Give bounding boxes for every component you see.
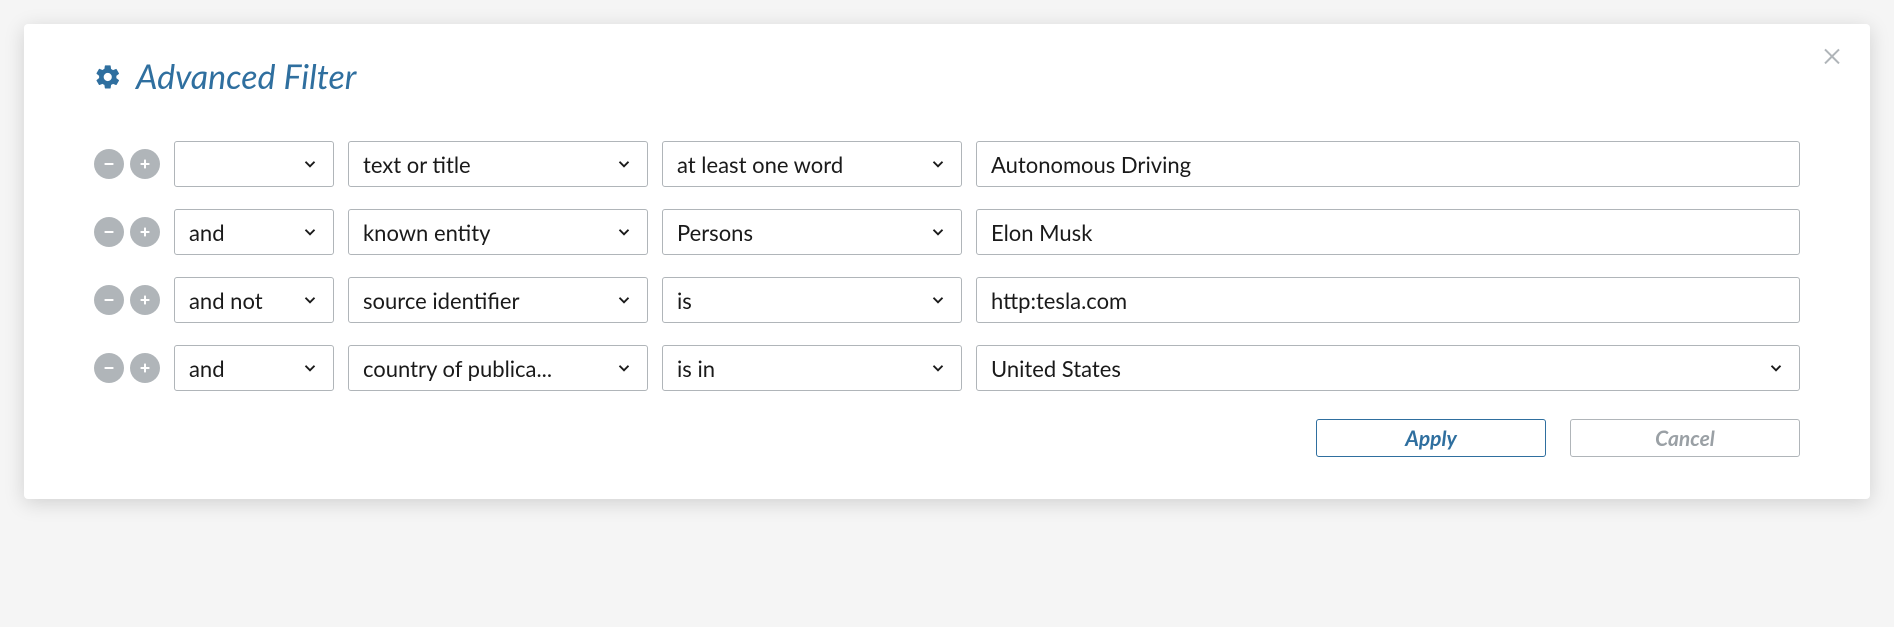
- plus-icon: [137, 292, 153, 308]
- chevron-down-icon: [929, 291, 947, 309]
- operator-select[interactable]: [174, 141, 334, 187]
- value-input-wrap: [976, 141, 1800, 187]
- operator-select-label: and: [189, 219, 293, 246]
- condition-select[interactable]: is: [662, 277, 962, 323]
- row-buttons: [94, 217, 160, 247]
- value-select[interactable]: United States: [976, 345, 1800, 391]
- field-select-label: text or title: [363, 151, 607, 178]
- chevron-down-icon: [615, 223, 633, 241]
- condition-select[interactable]: is in: [662, 345, 962, 391]
- close-button[interactable]: [1820, 42, 1844, 70]
- remove-row-button[interactable]: [94, 149, 124, 179]
- chevron-down-icon: [929, 359, 947, 377]
- apply-button[interactable]: Apply: [1316, 419, 1546, 457]
- row-buttons: [94, 149, 160, 179]
- chevron-down-icon: [301, 291, 319, 309]
- add-row-button[interactable]: [130, 353, 160, 383]
- operator-select-label: and not: [189, 287, 293, 314]
- filter-rows: text or title at least one word and known e…: [94, 141, 1800, 391]
- condition-select-label: at least one word: [677, 151, 921, 178]
- chevron-down-icon: [301, 155, 319, 173]
- row-buttons: [94, 285, 160, 315]
- condition-select-label: is: [677, 287, 921, 314]
- dialog-header: Advanced Filter: [94, 56, 1800, 97]
- chevron-down-icon: [615, 155, 633, 173]
- chevron-down-icon: [301, 359, 319, 377]
- minus-icon: [101, 156, 117, 172]
- add-row-button[interactable]: [130, 217, 160, 247]
- minus-icon: [101, 292, 117, 308]
- operator-select[interactable]: and: [174, 345, 334, 391]
- value-input[interactable]: [991, 151, 1785, 178]
- condition-select-label: is in: [677, 355, 921, 382]
- add-row-button[interactable]: [130, 149, 160, 179]
- field-select[interactable]: country of publica...: [348, 345, 648, 391]
- value-select-label: United States: [991, 355, 1759, 382]
- field-select[interactable]: known entity: [348, 209, 648, 255]
- minus-icon: [101, 224, 117, 240]
- plus-icon: [137, 360, 153, 376]
- row-buttons: [94, 353, 160, 383]
- chevron-down-icon: [615, 291, 633, 309]
- filter-row: text or title at least one word: [94, 141, 1800, 187]
- gear-icon: [94, 63, 122, 91]
- operator-select[interactable]: and not: [174, 277, 334, 323]
- value-input-wrap: [976, 277, 1800, 323]
- remove-row-button[interactable]: [94, 353, 124, 383]
- advanced-filter-dialog: Advanced Filter text or title at least on…: [24, 24, 1870, 499]
- condition-select-label: Persons: [677, 219, 921, 246]
- chevron-down-icon: [615, 359, 633, 377]
- value-input[interactable]: [991, 219, 1785, 246]
- close-icon: [1820, 43, 1844, 67]
- chevron-down-icon: [929, 155, 947, 173]
- filter-row: and country of publica... is in United Stat…: [94, 345, 1800, 391]
- minus-icon: [101, 360, 117, 376]
- operator-select-label: and: [189, 355, 293, 382]
- field-select[interactable]: source identifier: [348, 277, 648, 323]
- remove-row-button[interactable]: [94, 217, 124, 247]
- field-select-label: source identifier: [363, 287, 607, 314]
- dialog-title: Advanced Filter: [136, 56, 356, 97]
- value-input-wrap: [976, 209, 1800, 255]
- chevron-down-icon: [929, 223, 947, 241]
- filter-row: and known entity Persons: [94, 209, 1800, 255]
- plus-icon: [137, 224, 153, 240]
- condition-select[interactable]: at least one word: [662, 141, 962, 187]
- operator-select[interactable]: and: [174, 209, 334, 255]
- field-select-label: known entity: [363, 219, 607, 246]
- condition-select[interactable]: Persons: [662, 209, 962, 255]
- add-row-button[interactable]: [130, 285, 160, 315]
- field-select-label: country of publica...: [363, 355, 607, 382]
- chevron-down-icon: [301, 223, 319, 241]
- filter-row: and not source identifier is: [94, 277, 1800, 323]
- plus-icon: [137, 156, 153, 172]
- cancel-button[interactable]: Cancel: [1570, 419, 1800, 457]
- remove-row-button[interactable]: [94, 285, 124, 315]
- value-input[interactable]: [991, 287, 1785, 314]
- field-select[interactable]: text or title: [348, 141, 648, 187]
- dialog-actions: Apply Cancel: [94, 419, 1800, 457]
- chevron-down-icon: [1767, 359, 1785, 377]
